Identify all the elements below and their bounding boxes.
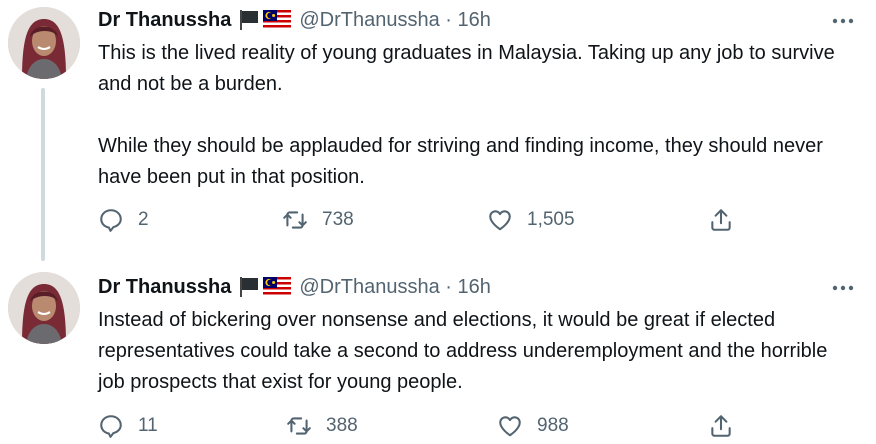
retweet-button[interactable]: 388 bbox=[286, 413, 358, 439]
more-options-button[interactable] bbox=[830, 8, 856, 34]
avatar[interactable] bbox=[8, 7, 80, 79]
like-count: 1,505 bbox=[527, 209, 575, 230]
black-flag-icon bbox=[240, 10, 259, 30]
share-button[interactable] bbox=[708, 413, 734, 439]
more-icon bbox=[832, 18, 854, 24]
tweet-header: Dr Thanussha @DrThanussha · 16h bbox=[98, 274, 491, 300]
name-emoji-flags bbox=[238, 276, 292, 298]
reply-button[interactable]: 2 bbox=[98, 207, 149, 233]
reply-count: 2 bbox=[138, 209, 149, 230]
like-button[interactable]: 988 bbox=[497, 413, 569, 439]
handle-and-timestamp[interactable]: @DrThanussha · 16h bbox=[299, 9, 491, 32]
tweet-paragraph: This is the lived reality of young gradu… bbox=[98, 42, 835, 95]
tweet[interactable]: Dr Thanussha @DrThanussha · 16h bbox=[0, 262, 876, 444]
reply-button[interactable]: 11 bbox=[98, 413, 158, 439]
heart-icon bbox=[489, 210, 511, 231]
tweet-actions: 11 388 988 bbox=[98, 413, 748, 443]
handle-and-timestamp[interactable]: @DrThanussha · 16h bbox=[299, 276, 491, 299]
reply-count: 11 bbox=[138, 415, 158, 436]
like-button[interactable]: 1,505 bbox=[487, 207, 575, 233]
author-name[interactable]: Dr Thanussha bbox=[98, 276, 231, 299]
tweet-text: This is the lived reality of young gradu… bbox=[98, 38, 868, 193]
retweet-count: 388 bbox=[326, 415, 358, 436]
reply-icon bbox=[100, 415, 122, 438]
share-icon bbox=[711, 415, 731, 437]
more-options-button[interactable] bbox=[830, 275, 856, 301]
malaysia-flag-icon bbox=[263, 10, 292, 30]
retweet-icon bbox=[287, 417, 311, 435]
malaysia-flag-icon bbox=[263, 277, 292, 297]
name-emoji-flags bbox=[238, 9, 292, 31]
avatar[interactable] bbox=[8, 272, 80, 344]
black-flag-icon bbox=[240, 277, 259, 297]
share-icon bbox=[711, 209, 731, 231]
reply-icon bbox=[100, 209, 122, 232]
author-name[interactable]: Dr Thanussha bbox=[98, 9, 231, 32]
retweet-button[interactable]: 738 bbox=[282, 207, 354, 233]
tweet-actions: 2 738 1,505 bbox=[98, 207, 748, 237]
tweet[interactable]: Dr Thanussha @DrThanussha · 16h bbox=[0, 0, 876, 262]
more-icon bbox=[832, 285, 854, 291]
retweet-icon bbox=[283, 211, 307, 229]
tweet-text: Instead of bickering over nonsense and e… bbox=[98, 305, 868, 398]
tweet-paragraph: While they should be applauded for striv… bbox=[98, 135, 823, 188]
heart-icon bbox=[499, 416, 521, 437]
tweet-header: Dr Thanussha @DrThanussha · 16h bbox=[98, 7, 491, 33]
retweet-count: 738 bbox=[322, 209, 354, 230]
like-count: 988 bbox=[537, 415, 569, 436]
tweet-paragraph: Instead of bickering over nonsense and e… bbox=[98, 309, 828, 393]
share-button[interactable] bbox=[708, 207, 734, 233]
